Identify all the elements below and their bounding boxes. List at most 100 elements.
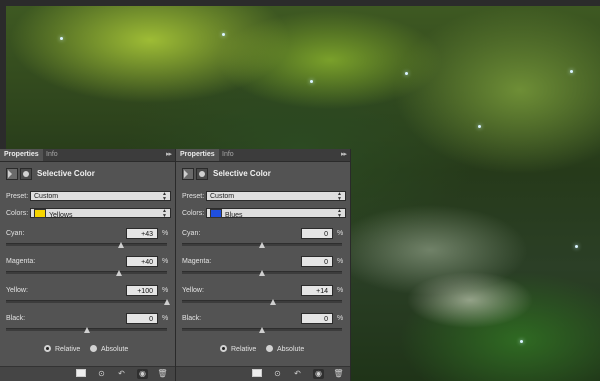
yellow-slider-thumb[interactable] [270,299,277,305]
tab-info[interactable]: Info [42,149,62,161]
visibility-icon[interactable]: ◉ [313,369,324,379]
light-sparkle [310,80,313,83]
colors-label: Colors: [6,210,29,217]
light-sparkle [405,72,408,75]
yellow-percent-unit: % [162,287,169,294]
absolute-label: Absolute [277,346,305,353]
magenta-percent-unit: % [337,258,344,265]
clip-to-layer-icon[interactable] [251,369,262,379]
black-percent-unit: % [337,315,344,322]
cyan-slider-thumb[interactable] [118,242,125,248]
yellow-slider-track[interactable] [6,300,167,303]
light-sparkle [60,37,63,40]
clip-to-layer-icon[interactable] [75,369,86,379]
magenta-label: Magenta: [6,258,36,265]
yellow-label: Yellow: [6,287,28,294]
light-sparkle [570,70,573,73]
preset-label: Preset: [182,193,205,200]
magenta-percent-unit: % [162,258,169,265]
absolute-radio[interactable]: Absolute [266,345,304,353]
panel-menu-icon[interactable]: ▸▸ [166,150,172,158]
radio-absolute-icon [266,345,273,352]
view-previous-state-icon[interactable]: ⊙ [96,369,107,379]
tab-properties[interactable]: Properties [176,149,219,161]
delete-icon[interactable]: 🗑 [333,369,344,379]
colors-dropdown[interactable]: Blues ▲ ▼ [206,208,346,219]
black-label: Black: [182,315,202,322]
dropdown-arrows-icon: ▲ ▼ [162,208,167,219]
black-percent-unit: % [162,315,169,322]
delete-icon[interactable]: 🗑 [157,369,168,379]
preset-label: Preset: [6,193,29,200]
yellow-slider-thumb[interactable] [164,299,170,305]
dropdown-arrows-icon: ▲ ▼ [337,191,342,202]
radio-relative-icon [44,345,51,352]
light-sparkle [575,245,578,248]
yellow-slider-track[interactable] [182,300,342,303]
tab-info[interactable]: Info [218,149,238,161]
preset-dropdown[interactable]: Custom ▲ ▼ [30,191,171,202]
dropdown-arrows-icon: ▲ ▼ [162,191,167,202]
magenta-slider-thumb[interactable] [115,270,122,276]
light-sparkle [478,125,481,128]
panel-title: Selective Color [213,169,271,178]
radio-relative-icon [220,345,227,352]
yellow-label: Yellow: [182,287,204,294]
cyan-slider-thumb[interactable] [259,242,265,248]
preset-value: Custom [34,193,59,200]
magenta-value-field[interactable]: +40 [126,256,158,267]
colors-value: Blues [225,212,243,219]
tab-properties[interactable]: Properties [0,149,43,161]
relative-label: Relative [55,346,81,353]
light-sparkle [222,33,225,36]
panel-tabbar: Properties Info ▸▸ [0,149,175,162]
panel-tabbar: Properties Info ▸▸ [176,149,350,162]
visibility-icon[interactable]: ◉ [137,369,148,379]
black-slider-thumb[interactable] [83,327,90,333]
cyan-label: Cyan: [6,230,25,237]
reset-icon[interactable]: ↶ [292,369,303,379]
panel-menu-icon[interactable]: ▸▸ [341,150,347,158]
light-sparkle [520,340,523,343]
colors-dropdown[interactable]: Yellows ▲ ▼ [30,208,171,219]
view-previous-state-icon[interactable]: ⊙ [272,369,283,379]
reset-icon[interactable]: ↶ [116,369,127,379]
black-label: Black: [6,315,26,322]
magenta-slider-track[interactable] [6,271,167,274]
adjustment-layer-icon [182,168,194,180]
dropdown-arrows-icon: ▲ ▼ [337,208,342,219]
yellow-value-field[interactable]: +100 [126,285,158,296]
relative-radio[interactable]: Relative [220,345,256,353]
relative-radio[interactable]: Relative [44,345,80,353]
adjustment-layer-icon [6,168,18,180]
layer-mask-icon[interactable] [196,168,208,180]
properties-panel-yellows: Properties Info ▸▸ Selective Color Preset: Cu… [0,149,176,381]
panel-footer: ⊙ ↶ ◉ 🗑 [176,366,350,381]
panel-footer: ⊙ ↶ ◉ 🗑 [0,366,175,381]
black-value-field[interactable]: 0 [126,313,158,324]
cyan-label: Cyan: [182,230,201,237]
cyan-value-field[interactable]: 0 [301,228,333,239]
panel-title: Selective Color [37,169,95,178]
color-swatch [210,209,222,218]
black-slider-thumb[interactable] [259,327,265,333]
preset-value: Custom [210,193,235,200]
yellow-percent-unit: % [337,287,344,294]
colors-label: Colors: [182,210,205,217]
cyan-slider-track[interactable] [6,243,167,246]
magenta-value-field[interactable]: 0 [301,256,333,267]
absolute-label: Absolute [101,346,129,353]
relative-label: Relative [231,346,257,353]
preset-dropdown[interactable]: Custom ▲ ▼ [206,191,346,202]
magenta-slider-thumb[interactable] [259,270,265,276]
layer-mask-icon[interactable] [20,168,32,180]
yellow-value-field[interactable]: +14 [301,285,333,296]
cyan-value-field[interactable]: +43 [126,228,158,239]
properties-panel-blues: Properties Info ▸▸ Selective Color Preset: Cu… [176,149,351,381]
magenta-label: Magenta: [182,258,212,265]
colors-value: Yellows [49,212,73,219]
canvas-frame-top [0,0,600,6]
cyan-percent-unit: % [162,230,169,237]
absolute-radio[interactable]: Absolute [90,345,128,353]
black-value-field[interactable]: 0 [301,313,333,324]
